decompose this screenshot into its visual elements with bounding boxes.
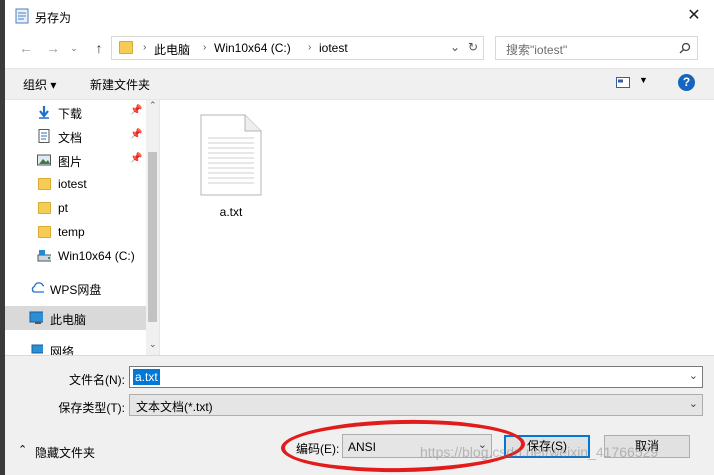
address-bar[interactable]: › 此电脑 › Win10x64 (C:) › iotest ⌄ ↻ [111,36,484,60]
pin-icon[interactable]: 📌 [130,105,142,116]
picture-icon [37,154,51,166]
command-toolbar: 组织 ▾ 新建文件夹 ▼ ? [5,68,714,100]
breadcrumb-separator: › [203,42,207,53]
nav-item-this-pc[interactable]: 此电脑 [5,306,146,330]
navigation-pane: 下载 📌 文档 📌 图片 📌 iotest pt temp Win10x64 (… [5,100,160,359]
breadcrumb-drive[interactable]: Win10x64 (C:) [214,41,291,55]
nav-item-pt[interactable]: pt [5,196,146,220]
drive-icon [37,250,51,262]
document-icon [38,129,50,143]
chevron-down-icon[interactable]: ⌄ [689,397,698,410]
chevron-down-icon[interactable]: ⌄ [689,369,698,382]
download-arrow-icon [39,106,49,119]
filename-input[interactable]: a.txt [133,369,160,385]
filetype-value: 文本文档(*.txt) [136,400,213,414]
breadcrumb-iotest[interactable]: iotest [319,41,348,55]
scroll-up-icon[interactable]: ⌃ [149,100,157,111]
nav-item-documents[interactable]: 文档 📌 [5,124,146,148]
recent-chevron-icon[interactable]: ⌄ [63,37,85,59]
filetype-select[interactable]: 文本文档(*.txt) ⌄ [129,394,703,416]
watermark: https://blog.csdn.net/weixin_41766529 [420,444,659,460]
nav-item-iotest[interactable]: iotest [5,172,146,196]
hide-folders-button[interactable]: 隐藏文件夹 [35,444,95,461]
text-file-icon[interactable] [200,114,262,196]
computer-icon [29,311,43,324]
nav-item-drive-c[interactable]: Win10x64 (C:) [5,244,146,268]
folder-icon [38,226,51,238]
folder-icon [38,202,51,214]
folder-icon [119,41,133,54]
filename-field[interactable]: a.txt ⌄ [129,366,703,388]
view-dropdown-icon[interactable]: ▼ [639,75,648,85]
nav-item-downloads[interactable]: 下载 📌 [5,100,146,124]
filetype-label: 保存类型(T): [58,401,125,415]
organize-menu[interactable]: 组织 ▾ [23,76,56,93]
notepad-icon [15,8,29,24]
nav-item-wps-cloud[interactable]: WPS网盘 [5,276,146,300]
refresh-icon[interactable]: ↻ [468,40,478,54]
breadcrumb-separator: › [308,42,312,53]
filename-label: 文件名(N): [69,373,125,387]
nav-item-pictures[interactable]: 图片 📌 [5,148,146,172]
file-name-label[interactable]: a.txt [205,205,257,219]
help-icon[interactable]: ? [678,74,695,91]
search-input[interactable]: 搜索"iotest" [506,41,567,58]
up-arrow-icon[interactable]: ↑ [88,37,110,59]
scrollbar-thumb[interactable] [148,152,157,322]
search-box[interactable]: 搜索"iotest" [495,36,698,60]
chevron-up-icon[interactable]: ⌃ [18,443,27,456]
scroll-down-icon[interactable]: ⌄ [149,339,157,350]
nav-item-temp[interactable]: temp [5,220,146,244]
new-folder-button[interactable]: 新建文件夹 [90,76,150,93]
breadcrumb-separator: › [143,42,147,53]
window-title: 另存为 [35,11,72,25]
back-arrow-icon[interactable]: ← [15,37,37,59]
title-bar[interactable]: 另存为 ✕ [5,0,714,32]
cloud-icon [31,282,44,293]
pin-icon[interactable]: 📌 [130,153,142,164]
folder-icon [38,178,51,190]
view-icon[interactable] [616,77,630,89]
close-icon[interactable]: ✕ [681,4,707,28]
breadcrumb-this-pc[interactable]: 此电脑 [154,41,190,58]
forward-arrow-icon[interactable]: → [42,37,64,59]
save-as-dialog: 另存为 ✕ ← → ⌄ ↑ › 此电脑 › Win10x64 (C:) › io… [5,0,714,475]
pin-icon[interactable]: 📌 [130,129,142,140]
search-icon[interactable] [679,42,691,54]
address-dropdown-icon[interactable]: ⌄ [450,40,460,54]
